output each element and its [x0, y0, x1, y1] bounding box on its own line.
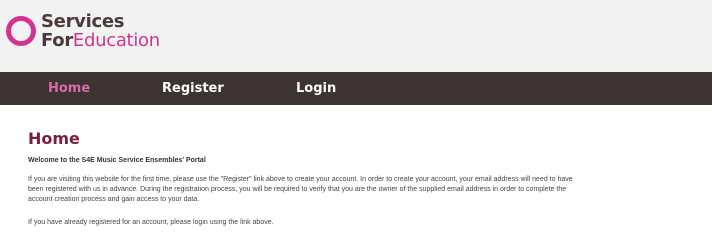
login-paragraph: If you have already registered for an ac… [28, 219, 274, 226]
intro-paragraph: If you are visiting this website for the… [28, 175, 712, 205]
nav-home-link[interactable]: Home [48, 72, 90, 105]
logo-for-text: For [41, 30, 73, 51]
page-title: Home [28, 129, 80, 148]
intro-line-3: account creation process and gain access… [28, 196, 200, 203]
logo-text: Services ForEducation [41, 12, 160, 50]
main-nav: Home Register Login [0, 72, 712, 105]
welcome-heading: Welcome to the S4E Music Service Ensembl… [28, 157, 206, 164]
logo-ring-icon [6, 16, 36, 46]
logo-services-text: Services [41, 11, 125, 32]
nav-register-link[interactable]: Register [162, 72, 224, 105]
logo-education-text: Education [72, 30, 160, 51]
main-content: Home Welcome to the S4E Music Service En… [28, 130, 712, 228]
intro-line-2: been registered with us in advance. Duri… [28, 186, 567, 193]
site-header: Services ForEducation [0, 0, 712, 72]
nav-login-link[interactable]: Login [296, 72, 336, 105]
services-for-education-logo[interactable]: Services ForEducation [6, 12, 160, 50]
intro-line-1: If you are visiting this website for the… [28, 176, 573, 183]
logo-for-education-text: ForEducation [41, 31, 160, 50]
